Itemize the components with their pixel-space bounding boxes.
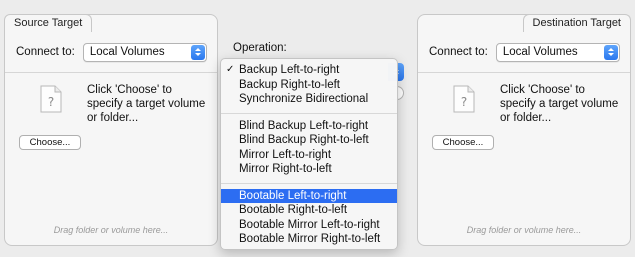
source-target-panel: Source Target Connect to: Local Volumes … (4, 14, 218, 246)
menu-item[interactable]: Bootable Mirror Left-to-right (221, 218, 397, 233)
destination-connect-row: Connect to: Local Volumes (429, 42, 620, 62)
source-connect-label: Connect to: (16, 46, 75, 58)
menu-item[interactable]: Blind Backup Right-to-left (221, 133, 397, 148)
menu-item[interactable]: Mirror Left-to-right (221, 148, 397, 163)
destination-connect-label: Connect to: (429, 46, 488, 58)
destination-separator (418, 72, 630, 73)
menu-item-label: Bootable Left-to-right (239, 189, 347, 202)
document-icon: ? (453, 85, 475, 113)
menu-item[interactable]: ✓ Backup Left-to-right (221, 63, 397, 78)
svg-text:?: ? (461, 95, 467, 109)
destination-connect-value: Local Volumes (502, 45, 578, 58)
operation-menu: ✓ Backup Left-to-right Backup Right-to-lef… (220, 58, 398, 250)
menu-item[interactable]: Synchronize Bidirectional (221, 92, 397, 107)
menu-item[interactable]: Bootable Left-to-right (221, 188, 397, 203)
source-connect-row: Connect to: Local Volumes (16, 42, 207, 62)
menu-item-label: Backup Right-to-left (239, 78, 340, 91)
menu-separator (221, 112, 397, 114)
destination-hint-text: Click 'Choose' to specify a target volum… (500, 84, 619, 124)
menu-item-label: Bootable Mirror Right-to-left (239, 233, 381, 245)
menu-item-label: Backup Left-to-right (239, 64, 340, 76)
menu-item-label: Bootable Right-to-left (239, 204, 348, 216)
source-target-title: Source Target (4, 14, 93, 32)
checkmark-icon: ✓ (226, 64, 235, 75)
source-drop-area[interactable]: Drag folder or volume here... (5, 225, 217, 235)
destination-drop-area[interactable]: Drag folder or volume here... (418, 225, 630, 235)
operation-label: Operation: (233, 42, 287, 54)
menu-item-label: Blind Backup Right-to-left (239, 134, 369, 146)
source-connect-popup[interactable]: Local Volumes (82, 42, 207, 62)
menu-item[interactable]: Bootable Mirror Right-to-left (221, 232, 397, 247)
source-connect-value: Local Volumes (89, 45, 165, 58)
svg-text:?: ? (48, 95, 54, 109)
menu-item[interactable]: Mirror Right-to-left (221, 162, 397, 177)
menu-item-label: Blind Backup Left-to-right (239, 119, 369, 132)
destination-choose-button[interactable]: Choose... (432, 135, 494, 150)
menu-item-label: Synchronize Bidirectional (239, 93, 369, 105)
source-choose-button[interactable]: Choose... (19, 135, 81, 150)
popup-arrows-icon (190, 44, 205, 60)
popup-arrows-icon (603, 44, 618, 60)
menu-item-label: Mirror Right-to-left (239, 163, 332, 175)
destination-target-panel: Destination Target Connect to: Local Vol… (417, 14, 631, 246)
document-icon: ? (40, 85, 62, 113)
menu-item-label: Mirror Left-to-right (239, 148, 332, 161)
source-hint-text: Click 'Choose' to specify a target volum… (87, 84, 206, 124)
menu-item[interactable]: Bootable Right-to-left (221, 203, 397, 218)
menu-item[interactable]: Blind Backup Left-to-right (221, 119, 397, 134)
destination-connect-popup[interactable]: Local Volumes (495, 42, 620, 62)
menu-item[interactable]: Backup Right-to-left (221, 78, 397, 93)
menu-item-label: Bootable Mirror Left-to-right (239, 218, 380, 231)
source-separator (5, 72, 217, 73)
destination-target-title: Destination Target (522, 14, 631, 32)
menu-separator (221, 182, 397, 184)
